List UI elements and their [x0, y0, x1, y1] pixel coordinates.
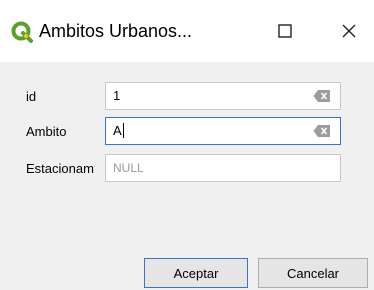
- estacionam-field-placeholder: NULL: [113, 161, 144, 175]
- window-title: Ambitos Urbanos...: [39, 21, 193, 41]
- id-field[interactable]: 1: [105, 82, 341, 110]
- estacionam-field[interactable]: NULL: [105, 154, 341, 182]
- title-bar[interactable]: Ambitos Urbanos...: [0, 0, 374, 62]
- field-label-estacionam: Estacionam: [26, 161, 94, 176]
- cancel-button[interactable]: Cancelar: [258, 258, 368, 288]
- accept-button[interactable]: Aceptar: [144, 258, 248, 288]
- id-field-value: 1: [113, 88, 121, 103]
- ambito-field[interactable]: A: [105, 117, 341, 145]
- close-icon: [342, 24, 356, 38]
- close-button[interactable]: [326, 14, 372, 48]
- clear-icon[interactable]: [313, 124, 331, 138]
- maximize-button[interactable]: [262, 14, 308, 48]
- clear-icon[interactable]: [313, 89, 331, 103]
- text-caret: [122, 123, 124, 138]
- maximize-icon: [278, 24, 292, 38]
- qgis-logo-icon: [11, 21, 33, 43]
- ambito-field-value: A: [113, 123, 122, 138]
- field-label-ambito: Ambito: [26, 124, 67, 139]
- field-label-id: id: [26, 89, 37, 104]
